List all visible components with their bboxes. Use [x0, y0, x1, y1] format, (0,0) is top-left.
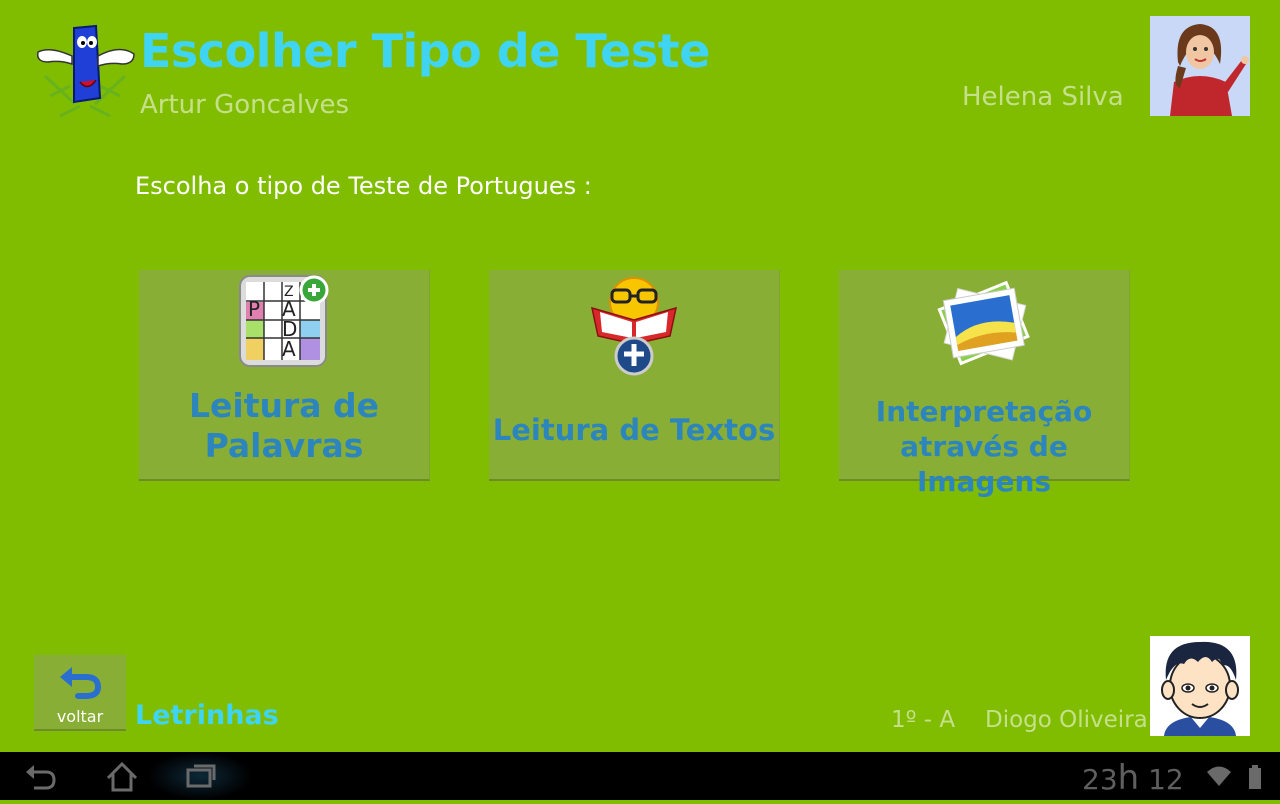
battery-icon [1245, 752, 1265, 800]
card-label: Interpretação através de Imagens [839, 394, 1129, 499]
word-puzzle-icon: P A D A Z [238, 274, 330, 374]
svg-text:P: P [248, 297, 260, 321]
page-title: Escolher Tipo de Teste [140, 24, 710, 78]
instruction-text: Escolha o tipo de Teste de Portugues : [135, 172, 592, 200]
svg-text:Z: Z [284, 284, 294, 300]
svg-text:A: A [282, 337, 296, 361]
card-label: Leitura de Palavras [139, 386, 429, 466]
student-avatar[interactable] [1150, 636, 1250, 736]
image-interpretation-test-button[interactable]: Interpretação através de Imagens [839, 270, 1130, 498]
teacher-name: Helena Silva [962, 82, 1124, 112]
system-home-icon[interactable] [102, 752, 142, 800]
clock-hours: 23 [1082, 763, 1118, 796]
word-reading-test-button[interactable]: P A D A Z Leitura de Palavras [139, 270, 430, 481]
teacher-subtitle: Artur Goncalves [140, 90, 350, 120]
back-label: voltar [56, 707, 104, 726]
card-label-line2: através de Imagens [900, 430, 1068, 498]
back-button[interactable]: voltar [34, 655, 126, 731]
app-logo [30, 16, 140, 124]
photos-icon [934, 274, 1034, 378]
system-back-icon[interactable] [20, 752, 60, 800]
system-clock: 23h 12 [1082, 758, 1184, 798]
undo-arrow-icon [58, 663, 102, 703]
clock-h: h [1117, 758, 1140, 798]
wifi-icon [1204, 752, 1234, 800]
system-recent-apps-icon[interactable] [148, 752, 252, 800]
card-label-line1: Interpretação [875, 395, 1093, 428]
system-navigation-bar: 23h 12 [0, 752, 1280, 800]
reading-smiley-icon [586, 274, 682, 382]
card-label-line2: Palavras [204, 426, 364, 465]
student-name: Diogo Oliveira [985, 707, 1148, 733]
card-label: Leitura de Textos [492, 413, 776, 447]
text-reading-test-button[interactable]: Leitura de Textos [489, 270, 780, 481]
teacher-avatar[interactable] [1150, 16, 1250, 116]
card-label-line1: Leitura de [188, 386, 380, 425]
class-label: 1º - A [891, 707, 956, 733]
app-name: Letrinhas [135, 700, 279, 731]
clock-minutes: 12 [1148, 763, 1184, 796]
